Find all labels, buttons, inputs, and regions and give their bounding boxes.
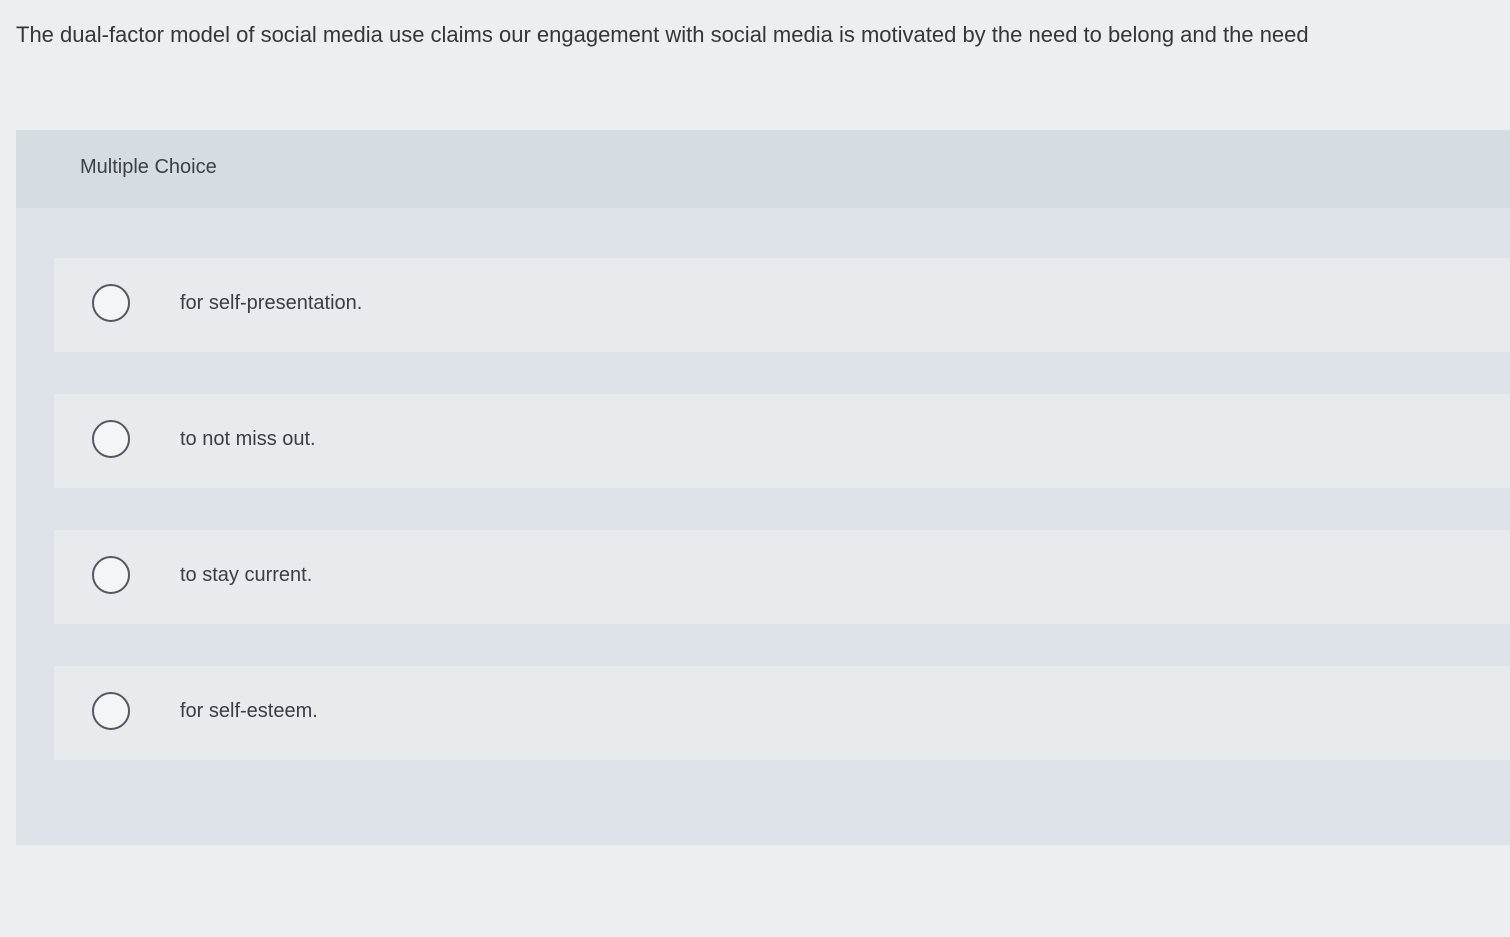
radio-button-icon[interactable] (92, 284, 130, 322)
radio-button-icon[interactable] (92, 692, 130, 730)
answer-option-label: for self-esteem. (180, 700, 318, 722)
answer-option-3[interactable]: to stay current. (54, 530, 1510, 624)
answer-option-4[interactable]: for self-esteem. (54, 666, 1510, 760)
question-type-label: Multiple Choice (80, 156, 217, 178)
question-prompt: The dual-factor model of social media us… (16, 22, 1309, 47)
answer-option-label: to not miss out. (180, 428, 316, 450)
radio-button-icon[interactable] (92, 556, 130, 594)
radio-button-icon[interactable] (92, 420, 130, 458)
panel-header: Multiple Choice (16, 130, 1510, 208)
answer-option-label: for self-presentation. (180, 292, 363, 314)
answer-option-1[interactable]: for self-presentation. (54, 258, 1510, 352)
multiple-choice-panel: Multiple Choice for self-presentation. t… (16, 130, 1510, 845)
answer-option-label: to stay current. (180, 564, 313, 586)
answer-option-2[interactable]: to not miss out. (54, 394, 1510, 488)
